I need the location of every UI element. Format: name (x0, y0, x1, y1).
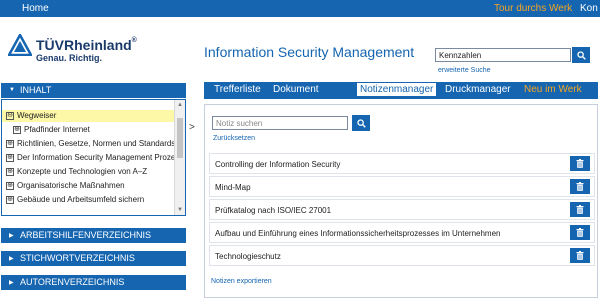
tab-notizenmanager[interactable]: Notizenmanager (357, 83, 437, 96)
toc-item-pfadfinder[interactable]: ⊕ Pfadfinder Internet (2, 124, 174, 136)
tab-neu-im-werk[interactable]: Neu im Werk (524, 84, 582, 95)
delete-note-button[interactable] (570, 202, 590, 217)
page-title: Information Security Management (204, 44, 415, 60)
brand-name: TÜVRheinland (36, 37, 132, 53)
chevron-right-icon: ▶ (9, 280, 14, 286)
export-notes-link[interactable]: Notizen exportieren (211, 278, 272, 285)
note-row[interactable]: Mind-Map (209, 176, 595, 197)
trash-icon (576, 205, 584, 214)
toc-item-konzepte[interactable]: ⊕ Konzepte und Technologien von A–Z (2, 166, 174, 178)
top-navigation-bar: Home Tour durchs Werk Kon (0, 0, 600, 17)
sidebar-header-inhalt[interactable]: ▼ INHALT (1, 83, 186, 98)
note-title[interactable]: Mind-Map (215, 183, 251, 192)
delete-note-button[interactable] (570, 248, 590, 263)
chevron-right-icon: ▶ (9, 256, 14, 262)
toc-item-label: Pfadfinder Internet (24, 125, 90, 134)
chevron-down-icon: ▼ (9, 87, 15, 93)
tuv-logo[interactable]: TÜVRheinland® Genau. Richtig. (8, 34, 178, 70)
trash-icon (576, 182, 584, 191)
sidebar-header-label: AUTORENVERZEICHNIS (20, 277, 125, 287)
toc-item-label: Der Information Security Management Proz… (17, 153, 174, 162)
sidebar-header-autoren[interactable]: ▶ AUTORENVERZEICHNIS (1, 275, 186, 290)
toc-item-label: Wegweiser (17, 111, 57, 120)
advanced-search-link[interactable]: erweiterte Suche (438, 67, 491, 74)
tab-dokument[interactable]: Dokument (273, 84, 319, 95)
expand-icon[interactable]: ⊕ (6, 196, 14, 204)
tab-bar: Trefferliste Dokument Notizenmanager Dru… (204, 82, 598, 99)
note-title[interactable]: Technologieschutz (215, 252, 281, 261)
tuv-triangle-logo-icon (8, 34, 32, 56)
note-title[interactable]: Prüfkatalog nach ISO/IEC 27001 (215, 206, 331, 215)
search-input[interactable] (435, 48, 571, 62)
search-icon (357, 119, 366, 128)
collapse-icon[interactable]: ⊖ (6, 112, 14, 120)
reset-link[interactable]: Zurücksetzen (213, 135, 255, 142)
note-row[interactable]: Technologieschutz (209, 245, 595, 266)
toc-item-gebaeude[interactable]: ⊕ Gebäude und Arbeitsumfeld sichern (2, 194, 174, 206)
expand-icon[interactable]: ⊕ (13, 126, 21, 134)
tab-druckmanager[interactable]: Druckmanager (445, 84, 511, 95)
delete-note-button[interactable] (570, 225, 590, 240)
sidebar-header-label: STICHWORTVERZEICHNIS (20, 253, 135, 263)
scroll-down-icon[interactable]: ▼ (177, 207, 183, 213)
toc-item-organisatorisch[interactable]: ⊕ Organisatorische Maßnahmen (2, 180, 174, 192)
delete-note-button[interactable] (570, 179, 590, 194)
sidebar-header-label: ARBEITSHILFENVERZEICHNIS (20, 230, 152, 240)
registered-mark: ® (131, 37, 137, 44)
toc-item-label: Richtlinien, Gesetze, Normen und Standar… (17, 139, 174, 148)
toc-item-wegweiser[interactable]: ⊖ Wegweiser (2, 110, 174, 122)
search-button[interactable] (572, 47, 590, 63)
sidebar-collapse-toggle[interactable]: > (189, 122, 195, 133)
scrollbar-thumb[interactable] (177, 118, 183, 158)
tab-trefferliste[interactable]: Trefferliste (214, 84, 261, 95)
tour-link[interactable]: Tour durchs Werk (494, 3, 572, 14)
notes-search-input[interactable] (212, 116, 348, 130)
note-title[interactable]: Controlling der Information Security (215, 160, 340, 169)
trash-icon (576, 159, 584, 168)
scroll-up-icon[interactable]: ▲ (177, 102, 183, 108)
note-row[interactable]: Controlling der Information Security (209, 153, 595, 174)
chevron-right-icon: ▶ (9, 233, 14, 239)
expand-icon[interactable]: ⊕ (6, 154, 14, 162)
trash-icon (576, 228, 584, 237)
home-link[interactable]: Home (22, 3, 49, 14)
sidebar-header-arbeitshilfen[interactable]: ▶ ARBEITSHILFENVERZEICHNIS (1, 228, 186, 243)
toc-tree: ⊖ Wegweiser ⊕ Pfadfinder Internet ⊕ Rich… (1, 99, 186, 216)
brand-name-wrap: TÜVRheinland® (36, 37, 137, 53)
trash-icon (576, 251, 584, 260)
toc-item-ism-prozess[interactable]: ⊕ Der Information Security Management Pr… (2, 152, 174, 164)
expand-icon[interactable]: ⊕ (6, 168, 14, 176)
note-row[interactable]: Prüfkatalog nach ISO/IEC 27001 (209, 199, 595, 220)
note-title[interactable]: Aufbau und Einführung eines Informations… (215, 229, 501, 238)
sidebar-header-label: INHALT (20, 85, 52, 95)
toc-item-label: Organisatorische Maßnahmen (17, 181, 125, 190)
sidebar-header-stichwort[interactable]: ▶ STICHWORTVERZEICHNIS (1, 251, 186, 266)
search-icon (577, 51, 586, 60)
toc-item-richtlinien[interactable]: ⊕ Richtlinien, Gesetze, Normen und Stand… (2, 138, 174, 150)
notes-search-button[interactable] (352, 115, 370, 131)
delete-note-button[interactable] (570, 156, 590, 171)
toc-item-label: Gebäude und Arbeitsumfeld sichern (17, 195, 145, 204)
toc-scrollbar[interactable]: ▲ ▼ (174, 100, 185, 215)
expand-icon[interactable]: ⊕ (6, 140, 14, 148)
brand-slogan: Genau. Richtig. (36, 53, 103, 63)
expand-icon[interactable]: ⊕ (6, 182, 14, 190)
toc-item-label: Konzepte und Technologien von A–Z (17, 167, 148, 176)
note-row[interactable]: Aufbau und Einführung eines Informations… (209, 222, 595, 243)
contact-link[interactable]: Kon (580, 3, 598, 14)
